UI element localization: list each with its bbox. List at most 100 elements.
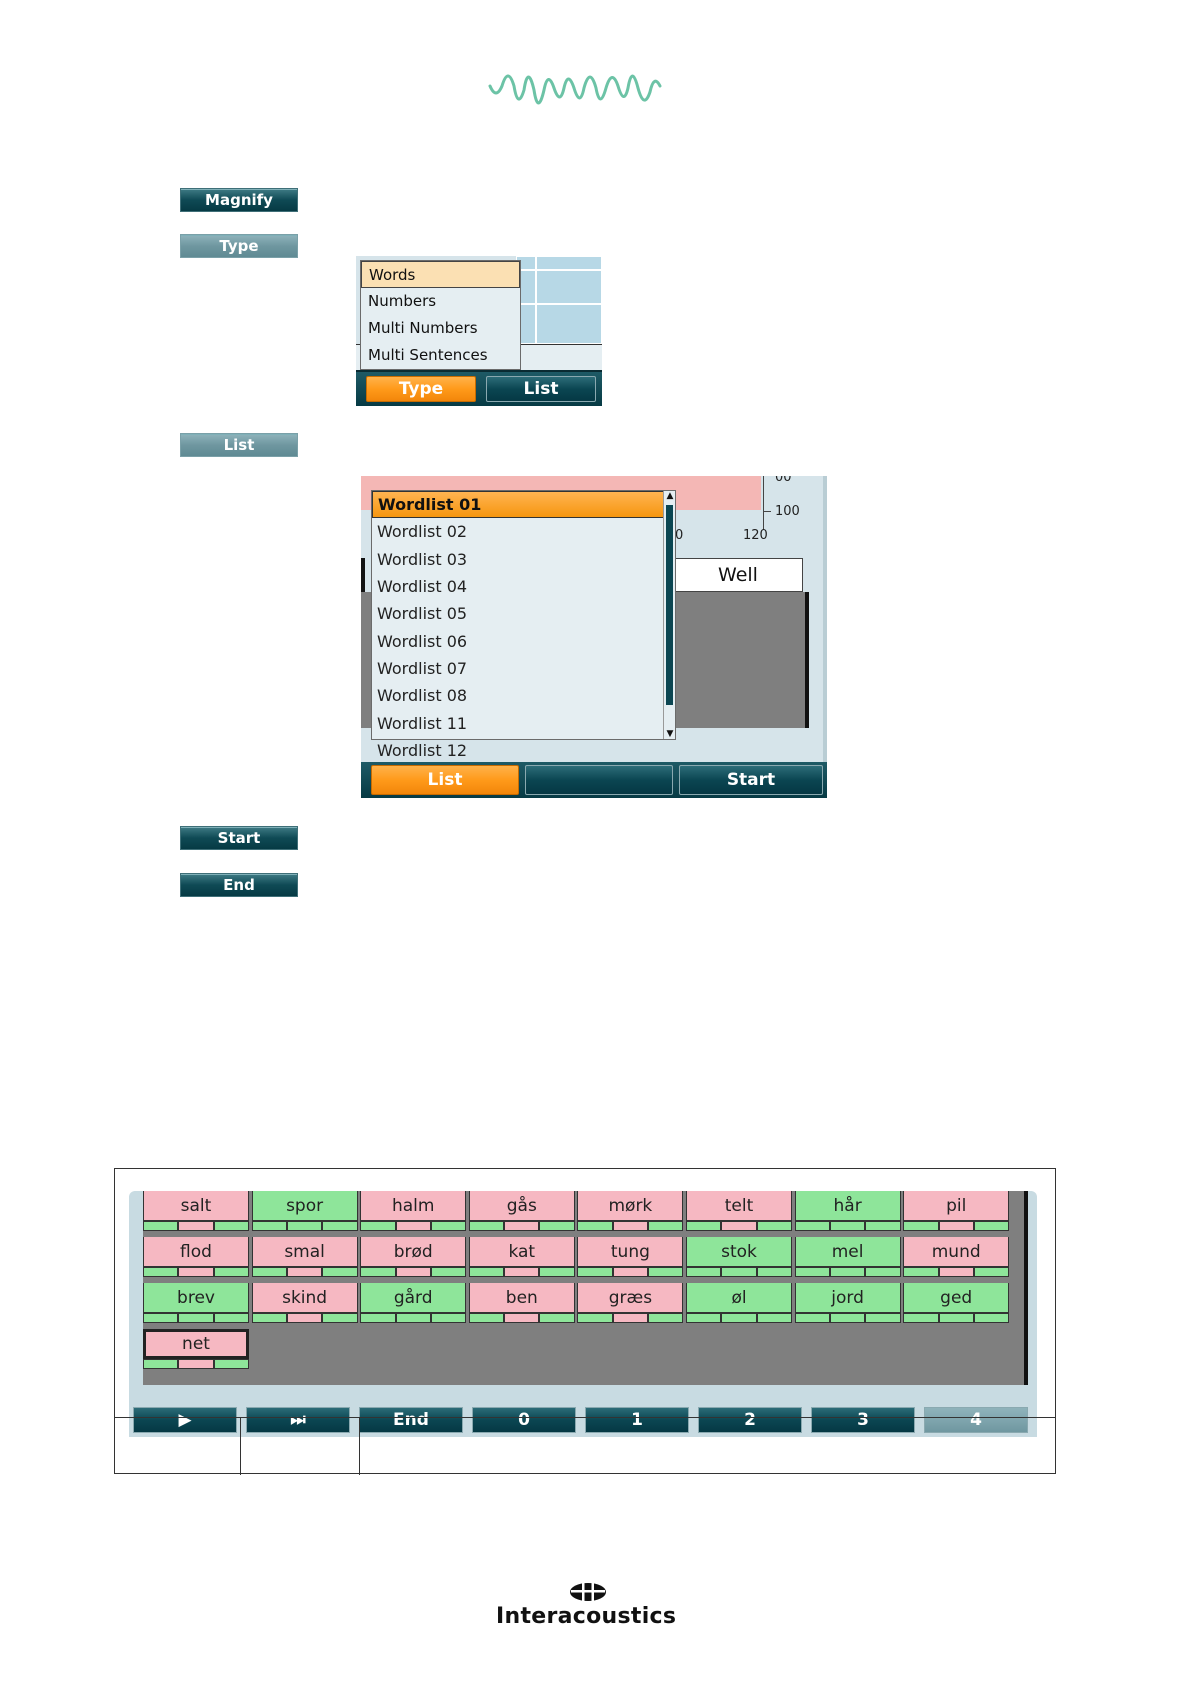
well-label: Well	[673, 558, 803, 592]
word-label: brev	[143, 1283, 249, 1313]
word-cell[interactable]: jord	[794, 1283, 903, 1327]
word-cell[interactable]: halm	[360, 1191, 468, 1235]
wordlist-dropdown-screenshot: 00 100 120 0 Well Wordlist 01 Wordlist 0…	[361, 476, 827, 798]
word-cell[interactable]: pil	[903, 1191, 1011, 1235]
phoneme-score-bar[interactable]	[577, 1313, 684, 1323]
word-cell[interactable]: telt	[686, 1191, 794, 1235]
word-cell[interactable]: salt	[143, 1191, 251, 1235]
phoneme-score-bar[interactable]	[468, 1267, 575, 1277]
word-cell[interactable]: smal	[251, 1237, 360, 1281]
phoneme-score-bar[interactable]	[360, 1267, 467, 1277]
type-button[interactable]: Type	[180, 234, 298, 258]
wordlist-option[interactable]: Wordlist 11	[372, 709, 675, 736]
wordlist-option[interactable]: Wordlist 12	[372, 737, 675, 764]
phoneme-score-bar[interactable]	[794, 1267, 901, 1277]
word-grid: salt spor halm gås mørk telt hår pil flod smal brø…	[143, 1191, 1028, 1385]
wordlist-option[interactable]: Wordlist 04	[372, 573, 675, 600]
phoneme-score-bar[interactable]	[686, 1313, 792, 1323]
phoneme-score-bar[interactable]	[577, 1267, 684, 1277]
caption-table-row	[115, 1417, 1055, 1475]
type-options-list[interactable]: Words Numbers Multi Numbers Multi Senten…	[360, 260, 521, 370]
word-label: tung	[577, 1237, 684, 1267]
wordlist-option[interactable]: Wordlist 02	[372, 518, 675, 545]
phoneme-score-bar[interactable]	[686, 1267, 792, 1277]
word-label: skind	[251, 1283, 358, 1313]
type-tab-button[interactable]: Type	[366, 376, 476, 402]
list-tab-button[interactable]: List	[486, 376, 596, 402]
phoneme-score-bar[interactable]	[251, 1313, 358, 1323]
phoneme-score-bar[interactable]	[903, 1313, 1010, 1323]
end-button[interactable]: End	[180, 873, 298, 897]
word-label: mel	[794, 1237, 901, 1267]
wordlist-scrollbar[interactable]: ▲ ▼	[663, 491, 675, 739]
phoneme-score-bar[interactable]	[794, 1313, 901, 1323]
word-cell[interactable]: hår	[794, 1191, 903, 1235]
interacoustics-logo: Interacoustics	[496, 1582, 676, 1632]
brand-mark-icon	[570, 1583, 606, 1601]
word-label: pil	[903, 1191, 1010, 1221]
phoneme-score-bar[interactable]	[360, 1313, 467, 1323]
phoneme-score-bar[interactable]	[251, 1221, 358, 1231]
phoneme-score-bar[interactable]	[903, 1221, 1010, 1231]
word-cell[interactable]: kat	[468, 1237, 577, 1281]
phoneme-score-bar[interactable]	[468, 1313, 575, 1323]
scroll-up-icon[interactable]: ▲	[665, 491, 675, 501]
word-cell[interactable]: mel	[794, 1237, 903, 1281]
brand-name: Interacoustics	[496, 1604, 677, 1629]
scroll-down-icon[interactable]: ▼	[665, 729, 675, 739]
wordlist-options-list[interactable]: Wordlist 01 Wordlist 02 Wordlist 03 Word…	[371, 490, 676, 760]
blank-button[interactable]	[525, 765, 673, 795]
word-cell[interactable]: spor	[251, 1191, 360, 1235]
phoneme-score-bar[interactable]	[468, 1221, 575, 1231]
word-cell[interactable]: net	[143, 1329, 251, 1373]
word-cell[interactable]: brød	[360, 1237, 468, 1281]
word-grid-figure: salt spor halm gås mørk telt hår pil flod smal brø…	[114, 1168, 1056, 1475]
phoneme-score-bar[interactable]	[143, 1267, 249, 1277]
phoneme-score-bar[interactable]	[577, 1221, 684, 1231]
phoneme-score-bar[interactable]	[360, 1221, 467, 1231]
word-cell[interactable]: ben	[468, 1283, 577, 1327]
word-cell[interactable]: brev	[143, 1283, 251, 1327]
word-label: salt	[143, 1191, 249, 1221]
word-cell[interactable]: øl	[686, 1283, 794, 1327]
start-tab-button[interactable]: Start	[679, 765, 823, 795]
word-label: kat	[468, 1237, 575, 1267]
type-option-numbers[interactable]: Numbers	[361, 288, 520, 315]
scrollbar-thumb[interactable]	[666, 505, 673, 705]
wave-logo	[488, 74, 662, 105]
type-option-multi-sentences[interactable]: Multi Sentences	[361, 342, 520, 369]
word-cell[interactable]: mund	[903, 1237, 1011, 1281]
word-cell[interactable]: tung	[577, 1237, 685, 1281]
wordlist-option[interactable]: Wordlist 08	[372, 682, 675, 709]
background-grid	[516, 256, 602, 346]
phoneme-score-bar[interactable]	[143, 1359, 249, 1369]
start-button[interactable]: Start	[180, 826, 298, 850]
phoneme-score-bar[interactable]	[794, 1221, 901, 1231]
wordlist-option[interactable]: Wordlist 06	[372, 627, 675, 654]
word-cell[interactable]: skind	[251, 1283, 360, 1327]
magnify-button[interactable]: Magnify	[180, 188, 298, 212]
word-cell[interactable]: gård	[360, 1283, 468, 1327]
wordlist-option[interactable]: Wordlist 05	[372, 600, 675, 627]
type-option-multi-numbers[interactable]: Multi Numbers	[361, 315, 520, 342]
type-option-words[interactable]: Words	[361, 261, 520, 288]
list-tab-button[interactable]: List	[371, 765, 519, 795]
word-cell[interactable]: stok	[686, 1237, 794, 1281]
wordlist-option[interactable]: Wordlist 03	[372, 546, 675, 573]
phoneme-score-bar[interactable]	[251, 1267, 358, 1277]
phoneme-score-bar[interactable]	[903, 1267, 1010, 1277]
word-grid-app: salt spor halm gås mørk telt hår pil flod smal brø…	[129, 1191, 1037, 1437]
word-label: mørk	[577, 1191, 684, 1221]
phoneme-score-bar[interactable]	[686, 1221, 792, 1231]
word-cell[interactable]: mørk	[577, 1191, 685, 1235]
phoneme-score-bar[interactable]	[143, 1221, 249, 1231]
word-cell[interactable]: flod	[143, 1237, 251, 1281]
word-cell[interactable]: ged	[903, 1283, 1011, 1327]
list-button[interactable]: List	[180, 433, 298, 457]
phoneme-score-bar[interactable]	[143, 1313, 249, 1323]
word-cell[interactable]: græs	[577, 1283, 685, 1327]
wordlist-option[interactable]: Wordlist 01	[372, 491, 675, 519]
word-cell[interactable]: gås	[468, 1191, 577, 1235]
wordlist-option[interactable]: Wordlist 07	[372, 655, 675, 682]
axis-tick	[763, 511, 771, 512]
